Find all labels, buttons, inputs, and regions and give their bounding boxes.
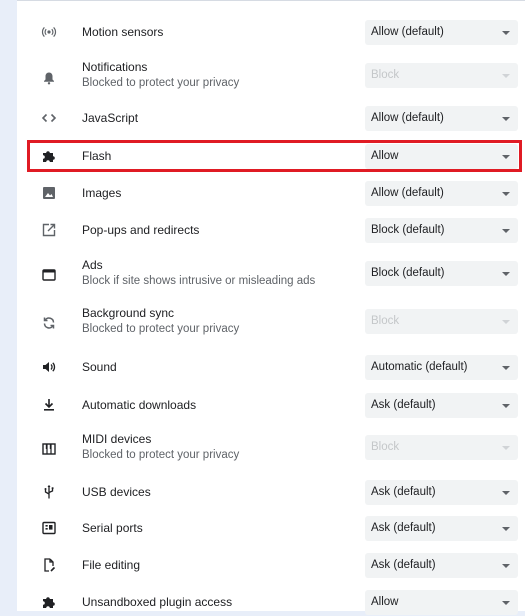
setting-label: Ads bbox=[82, 258, 103, 272]
setting-label: Notifications bbox=[82, 60, 148, 74]
setting-row-unsandboxed-plugin-access: Unsandboxed plugin access Allow bbox=[17, 588, 525, 616]
permission-select[interactable]: Allow (default) bbox=[365, 106, 518, 131]
dropdown-arrow-icon bbox=[502, 404, 510, 408]
setting-label: Sound bbox=[82, 360, 117, 374]
dropdown-arrow-icon bbox=[502, 272, 510, 276]
permission-select[interactable]: Ask (default) bbox=[365, 480, 518, 505]
dropdown-arrow-icon bbox=[502, 366, 510, 370]
setting-label: Unsandboxed plugin access bbox=[82, 595, 233, 609]
setting-row-usb-devices: USB devices Ask (default) bbox=[17, 478, 525, 506]
select-value: Allow bbox=[371, 596, 399, 608]
sync-icon bbox=[41, 315, 57, 331]
setting-row-serial-ports: Serial ports Ask (default) bbox=[17, 514, 525, 542]
select-value: Ask (default) bbox=[371, 399, 436, 411]
setting-row-background-sync: Background sync Blocked to protect your … bbox=[17, 303, 525, 343]
select-value: Automatic (default) bbox=[371, 361, 468, 373]
code-icon bbox=[41, 110, 57, 126]
select-value: Allow (default) bbox=[371, 26, 444, 38]
permission-select[interactable]: Allow bbox=[365, 590, 518, 615]
download-icon bbox=[41, 397, 57, 413]
file-edit-icon bbox=[41, 557, 57, 573]
setting-sublabel: Block if site shows intrusive or mislead… bbox=[82, 275, 316, 287]
permission-select[interactable]: Block (default) bbox=[365, 218, 518, 243]
dropdown-arrow-icon bbox=[502, 491, 510, 495]
select-value: Block bbox=[371, 69, 400, 81]
dropdown-arrow-icon bbox=[502, 601, 510, 605]
setting-row-ads: Ads Block if site shows intrusive or mis… bbox=[17, 255, 525, 295]
dropdown-arrow-icon bbox=[502, 117, 510, 121]
setting-label: File editing bbox=[82, 558, 141, 572]
setting-row-motion-sensors: Motion sensors Allow (default) bbox=[17, 18, 525, 46]
select-value: Ask (default) bbox=[371, 559, 436, 571]
permission-select[interactable]: Allow bbox=[365, 144, 518, 169]
setting-row-popups: Pop-ups and redirects Block (default) bbox=[17, 216, 525, 244]
setting-row-flash: Flash Allow bbox=[17, 142, 525, 170]
piano-icon bbox=[41, 441, 57, 457]
setting-row-sound: Sound Automatic (default) bbox=[17, 353, 525, 381]
permission-select[interactable]: Allow (default) bbox=[365, 20, 518, 45]
volume-icon bbox=[41, 359, 57, 375]
dropdown-arrow-icon bbox=[502, 446, 510, 450]
dropdown-arrow-icon bbox=[502, 192, 510, 196]
site-settings-panel: Motion sensors Allow (default) Notificat… bbox=[17, 0, 525, 615]
select-value: Ask (default) bbox=[371, 486, 436, 498]
setting-label: Motion sensors bbox=[82, 25, 164, 39]
permission-select: Block bbox=[365, 63, 518, 88]
select-value: Block (default) bbox=[371, 267, 445, 279]
select-value: Ask (default) bbox=[371, 522, 436, 534]
dropdown-arrow-icon bbox=[502, 527, 510, 531]
setting-label: Automatic downloads bbox=[82, 398, 197, 412]
usb-icon bbox=[41, 484, 57, 500]
setting-sublabel: Blocked to protect your privacy bbox=[82, 449, 240, 461]
permission-select[interactable]: Allow (default) bbox=[365, 181, 518, 206]
setting-row-javascript: JavaScript Allow (default) bbox=[17, 104, 525, 132]
setting-row-images: Images Allow (default) bbox=[17, 179, 525, 207]
dropdown-arrow-icon bbox=[502, 74, 510, 78]
setting-label: Serial ports bbox=[82, 521, 143, 535]
setting-row-notifications: Notifications Blocked to protect your pr… bbox=[17, 57, 525, 97]
dropdown-arrow-icon bbox=[502, 320, 510, 324]
permission-select[interactable]: Ask (default) bbox=[365, 553, 518, 578]
setting-label: JavaScript bbox=[82, 111, 139, 125]
select-value: Allow bbox=[371, 150, 399, 162]
setting-label: Flash bbox=[82, 149, 112, 163]
dropdown-arrow-icon bbox=[502, 229, 510, 233]
setting-label: Background sync bbox=[82, 306, 175, 320]
select-value: Allow (default) bbox=[371, 187, 444, 199]
permission-select[interactable]: Ask (default) bbox=[365, 393, 518, 418]
dropdown-arrow-icon bbox=[502, 155, 510, 159]
setting-row-automatic-downloads: Automatic downloads Ask (default) bbox=[17, 391, 525, 419]
ads-icon bbox=[41, 267, 57, 283]
setting-label: MIDI devices bbox=[82, 432, 152, 446]
top-divider bbox=[17, 0, 525, 1]
setting-row-file-editing: File editing Ask (default) bbox=[17, 551, 525, 579]
select-value: Allow (default) bbox=[371, 112, 444, 124]
sensors-icon bbox=[41, 24, 57, 40]
puzzle-icon bbox=[41, 594, 57, 610]
dropdown-arrow-icon bbox=[502, 564, 510, 568]
open-in-new-icon bbox=[41, 222, 57, 238]
permission-select: Block bbox=[365, 435, 518, 460]
select-value: Block bbox=[371, 441, 400, 453]
permission-select[interactable]: Automatic (default) bbox=[365, 355, 518, 380]
bell-icon bbox=[41, 70, 57, 86]
setting-label: Images bbox=[82, 186, 122, 200]
setting-label: Pop-ups and redirects bbox=[82, 223, 200, 237]
setting-sublabel: Blocked to protect your privacy bbox=[82, 323, 240, 335]
setting-row-midi-devices: MIDI devices Blocked to protect your pri… bbox=[17, 429, 525, 469]
setting-label: USB devices bbox=[82, 485, 151, 499]
select-value: Block bbox=[371, 315, 400, 327]
image-icon bbox=[41, 185, 57, 201]
permission-select: Block bbox=[365, 309, 518, 334]
permission-select[interactable]: Block (default) bbox=[365, 261, 518, 286]
dropdown-arrow-icon bbox=[502, 31, 510, 35]
serial-port-icon bbox=[41, 520, 57, 536]
permission-select[interactable]: Ask (default) bbox=[365, 516, 518, 541]
puzzle-icon bbox=[41, 148, 57, 164]
setting-sublabel: Blocked to protect your privacy bbox=[82, 77, 240, 89]
select-value: Block (default) bbox=[371, 224, 445, 236]
